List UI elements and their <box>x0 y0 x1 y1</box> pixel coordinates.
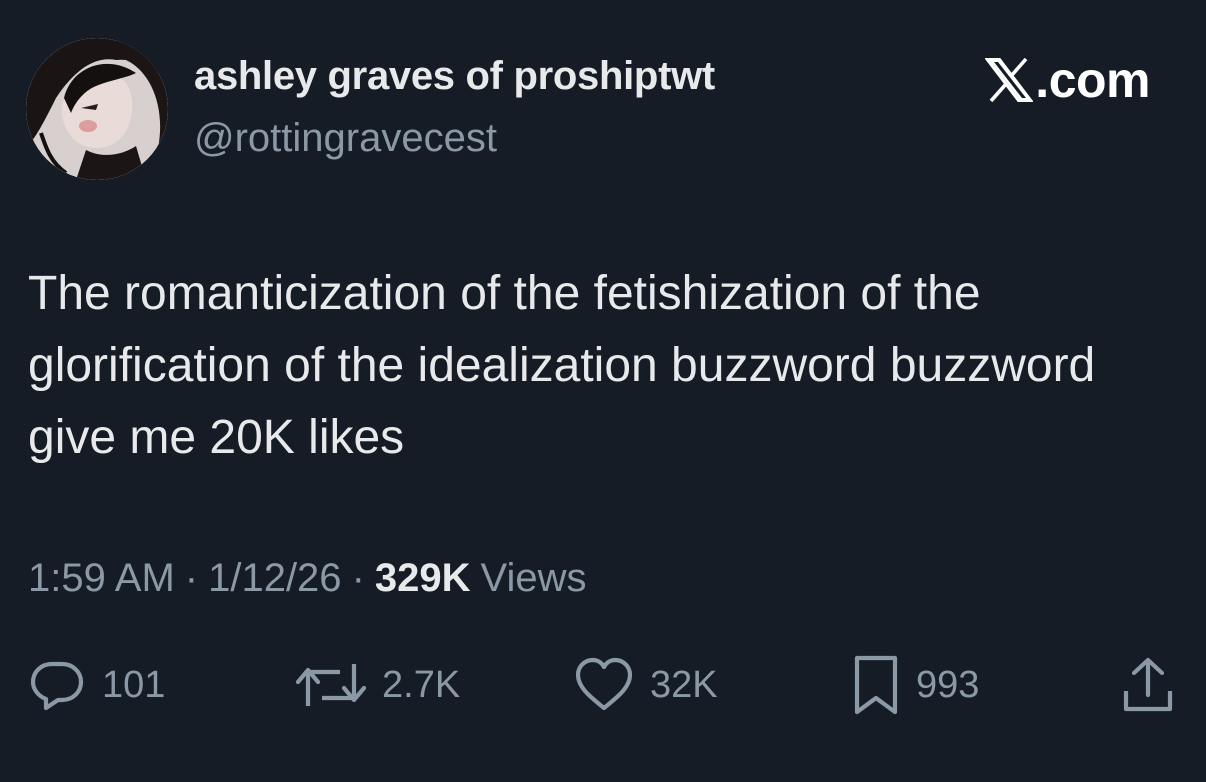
views-label: Views <box>480 556 587 600</box>
meta-separator: · <box>184 556 199 600</box>
brand-text: .com <box>1035 52 1150 108</box>
x-logo-icon <box>985 58 1034 102</box>
like-count: 32K <box>650 663 718 706</box>
meta-separator: · <box>351 556 365 600</box>
display-name[interactable]: ashley graves of proshiptwt <box>194 54 715 99</box>
brand-watermark: .com <box>985 52 1150 108</box>
user-handle[interactable]: @rottingravecest <box>194 116 497 161</box>
avatar[interactable] <box>26 38 168 180</box>
tweet-meta: 1:59 AM · 1/12/26 · 329K Views <box>28 556 587 601</box>
action-bar: 101 2.7K 32K 993 <box>0 650 1206 720</box>
heart-icon <box>575 657 633 711</box>
tweet-card: ashley graves of proshiptwt @rottingrave… <box>0 0 1206 782</box>
reply-count: 101 <box>102 663 166 706</box>
bookmark-button[interactable]: 993 <box>852 650 979 720</box>
repost-count: 2.7K <box>382 663 461 706</box>
reply-icon <box>30 661 84 711</box>
reply-button[interactable]: 101 <box>28 650 165 720</box>
like-button[interactable]: 32K <box>574 650 718 720</box>
share-icon <box>1123 657 1173 712</box>
bookmark-count: 993 <box>916 663 980 706</box>
avatar-image <box>26 38 168 180</box>
repost-button[interactable]: 2.7K <box>296 650 460 720</box>
views-count: 329K <box>374 556 471 600</box>
tweet-text: The romanticization of the fetishization… <box>28 267 1096 464</box>
repost-icon <box>296 664 366 706</box>
tweet-date[interactable]: 1/12/26 <box>208 556 341 601</box>
bookmark-icon <box>854 655 898 715</box>
tweet-time[interactable]: 1:59 AM <box>28 556 175 601</box>
share-button[interactable] <box>1120 650 1176 720</box>
